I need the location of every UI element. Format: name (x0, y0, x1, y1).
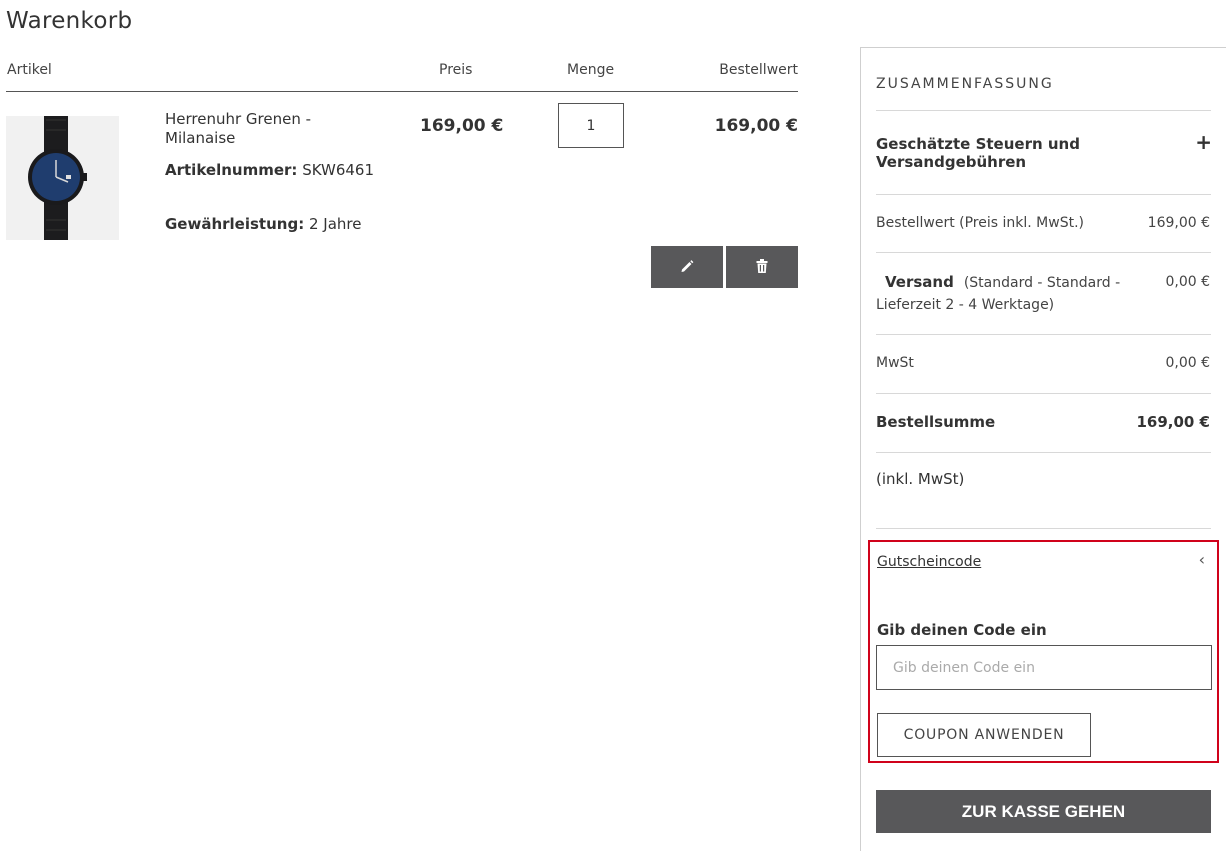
incl-vat-note: (inkl. MwSt) (876, 470, 965, 488)
divider (876, 334, 1211, 335)
product-warranty: Gewährleistung: 2 Jahre (165, 215, 361, 233)
coupon-section: Gutscheincode ‹ Gib deinen Code ein COUP… (868, 540, 1219, 763)
summary-title: ZUSAMMENFASSUNG (876, 76, 1054, 92)
divider (876, 110, 1211, 111)
quantity-input[interactable] (558, 103, 624, 148)
column-header-quantity: Menge (567, 62, 615, 78)
column-header-article: Artikel (7, 62, 52, 78)
trash-icon (754, 258, 770, 277)
delete-item-button[interactable] (726, 246, 798, 288)
warranty-label: Gewährleistung: (165, 215, 305, 233)
subtotal-label: Bestellwert (Preis inkl. MwSt.) (876, 215, 1084, 231)
coupon-toggle-link[interactable]: Gutscheincode (877, 554, 981, 570)
coupon-code-input[interactable] (876, 645, 1212, 690)
shipping-value: 0,00 € (1165, 274, 1210, 290)
apply-coupon-button[interactable]: COUPON ANWENDEN (877, 713, 1091, 757)
product-sku: Artikelnummer: SKW6461 (165, 161, 374, 179)
checkout-button[interactable]: ZUR KASSE GEHEN (876, 790, 1211, 833)
shipping-label: Versand (Standard - Standard - Lieferzeit… (876, 271, 1141, 316)
chevron-left-icon[interactable]: ‹ (1199, 550, 1205, 569)
coupon-field-label: Gib deinen Code ein (877, 621, 1047, 639)
sku-label: Artikelnummer: (165, 161, 298, 179)
grand-total-value: 169,00 € (1136, 413, 1210, 431)
item-price: 169,00 € (420, 116, 504, 136)
divider (876, 393, 1211, 394)
product-image[interactable] (6, 116, 119, 240)
tax-shipping-toggle[interactable]: Geschätzte Steuern und Versandgebühren (876, 135, 1116, 171)
cart-table-header: Artikel Preis Menge Bestellwert (6, 60, 798, 92)
item-total: 169,00 € (714, 116, 798, 136)
divider (876, 452, 1211, 453)
vat-value: 0,00 € (1165, 355, 1210, 371)
shipping-title: Versand (885, 273, 954, 291)
plus-icon[interactable]: + (1195, 130, 1212, 154)
product-name[interactable]: Herrenuhr Grenen - Milanaise (165, 110, 365, 148)
warranty-value: 2 Jahre (308, 215, 362, 233)
divider (876, 252, 1211, 253)
order-summary-panel: ZUSAMMENFASSUNG Geschätzte Steuern und V… (860, 47, 1226, 851)
column-header-total: Bestellwert (719, 62, 798, 78)
divider (876, 528, 1211, 529)
grand-total-label: Bestellsumme (876, 413, 996, 431)
page-title: Warenkorb (6, 8, 133, 34)
subtotal-value: 169,00 € (1147, 215, 1210, 231)
column-header-price: Preis (439, 62, 473, 78)
divider (876, 194, 1211, 195)
sku-value: SKW6461 (302, 161, 375, 179)
edit-item-button[interactable] (651, 246, 723, 288)
vat-label: MwSt (876, 355, 914, 371)
pencil-icon (679, 258, 695, 277)
